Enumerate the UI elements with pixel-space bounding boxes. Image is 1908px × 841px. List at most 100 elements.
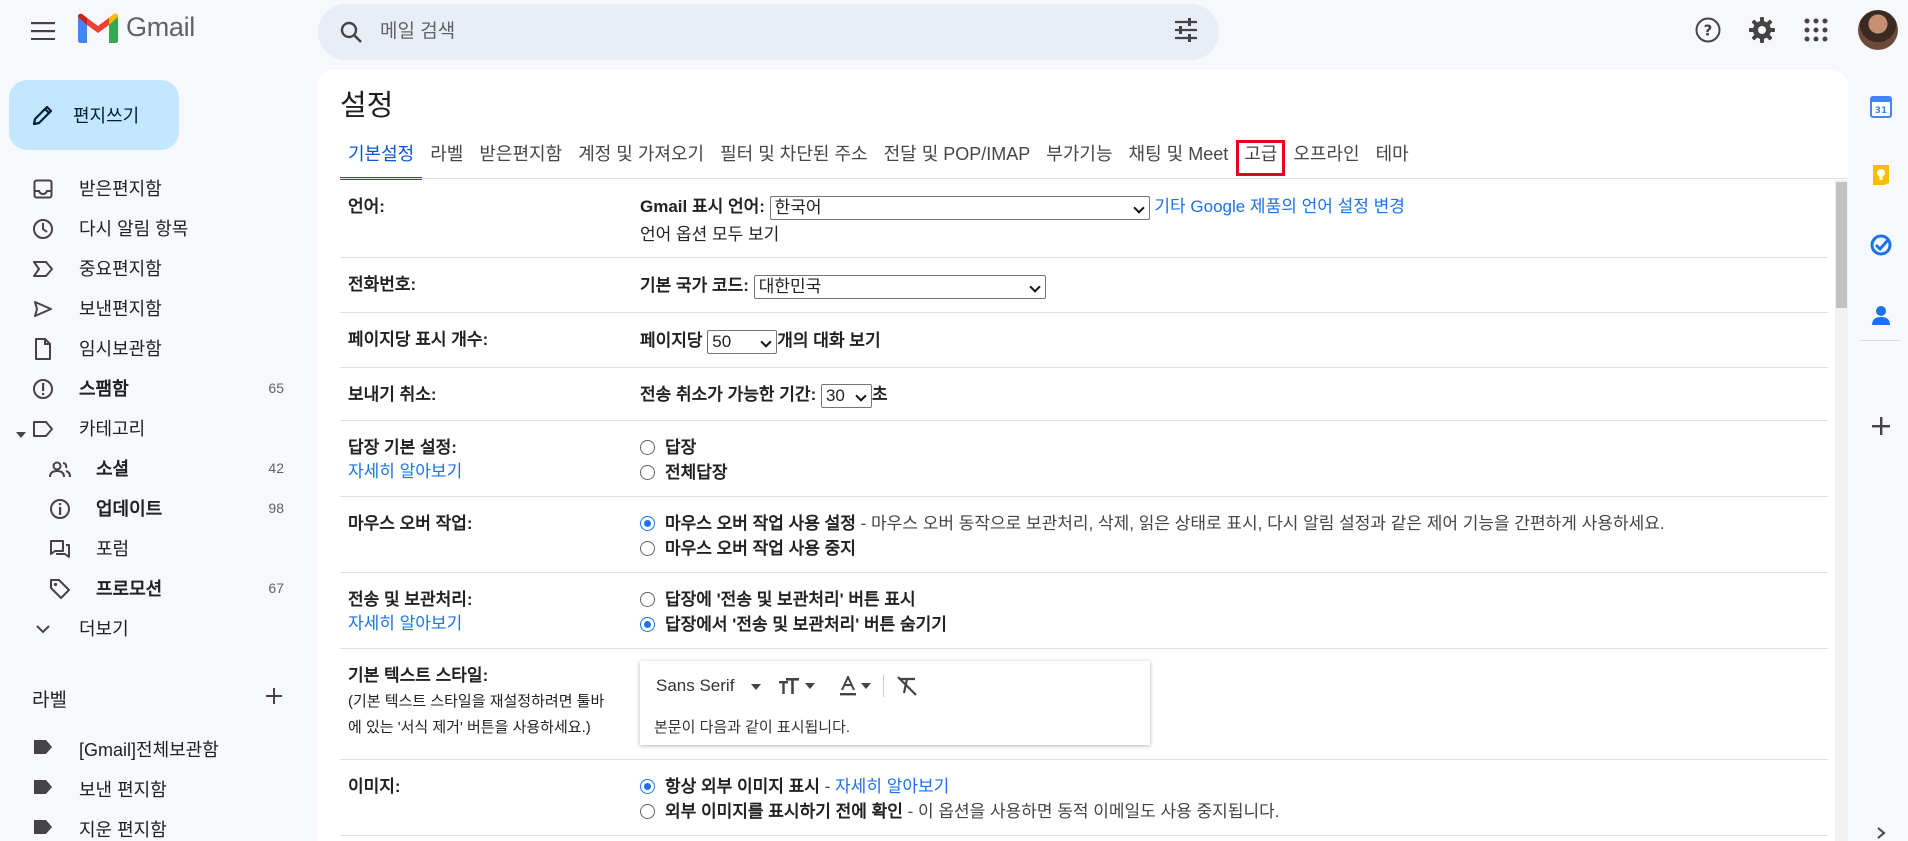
tab-accounts-import[interactable]: 계정 및 가져오기: [570, 140, 712, 180]
page-title: 설정: [340, 90, 394, 122]
reply-option-reply-all[interactable]: 전체답장: [640, 458, 728, 483]
undo-send-prefix: 전송 취소가 가능한 기간:: [640, 385, 817, 404]
reply-learn-more-link[interactable]: 자세히 알아보기: [348, 457, 462, 482]
nav-item-snoozed[interactable]: 다시 알림 항목: [0, 208, 300, 248]
radio-button[interactable]: [640, 541, 655, 557]
search-icon[interactable]: [336, 17, 366, 47]
top-bar: Gmail ?: [0, 0, 1908, 60]
reply-label: 답장 기본 설정:: [348, 438, 457, 457]
tab-labels[interactable]: 라벨: [422, 140, 471, 180]
caret-down-icon[interactable]: [16, 424, 26, 445]
tab-advanced[interactable]: 고급: [1236, 140, 1286, 176]
tab-forwarding-pop-imap[interactable]: 전달 및 POP/IMAP: [876, 140, 1039, 180]
radio-button-selected[interactable]: [640, 617, 655, 633]
tab-offline[interactable]: 오프라인: [1285, 140, 1367, 180]
nav-item-sent[interactable]: 보낸편지함: [0, 288, 300, 328]
nav-item-more[interactable]: 더보기: [0, 608, 300, 648]
nav-item-updates[interactable]: 업데이트 98: [0, 488, 300, 528]
tab-divider: [340, 178, 1848, 179]
all-language-options-link[interactable]: 언어 옵션 모두 보기: [640, 220, 779, 245]
add-app-icon[interactable]: [1866, 411, 1896, 441]
nav-item-social[interactable]: 소셜 42: [0, 448, 300, 488]
radio-button-selected[interactable]: [640, 516, 655, 532]
page-size-label: 페이지당 표시 개수:: [348, 330, 489, 349]
other-language-link[interactable]: 기타 Google 제품의 언어 설정 변경: [1154, 197, 1404, 216]
scrollbar-thumb[interactable]: [1836, 182, 1847, 308]
tab-add-ons[interactable]: 부가기능: [1038, 140, 1120, 180]
help-icon[interactable]: ?: [1690, 12, 1726, 48]
label-name: [Gmail]전체보관함: [79, 740, 219, 760]
hover-option-off[interactable]: 마우스 오버 작업 사용 중지: [640, 534, 856, 559]
tab-inbox[interactable]: 받은편지함: [471, 140, 570, 180]
radio-button[interactable]: [640, 592, 655, 608]
tab-themes[interactable]: 테마: [1368, 140, 1417, 180]
send-archive-option-show[interactable]: 답장에 '전송 및 보관처리' 버튼 표시: [640, 585, 916, 610]
nav-item-important[interactable]: 중요편지함: [0, 248, 300, 288]
settings-gear-icon[interactable]: [1744, 12, 1780, 48]
page-size-suffix: 개의 대화 보기: [777, 331, 881, 350]
keep-icon[interactable]: [1866, 160, 1896, 190]
tab-filters-blocked[interactable]: 필터 및 차단된 주소: [712, 140, 875, 180]
hover-on-description: - 마우스 오버 동작으로 보관처리, 삭제, 읽은 상태로 표시, 다시 알림…: [855, 514, 1665, 533]
radio-button[interactable]: [640, 465, 655, 481]
updates-count: 98: [268, 500, 284, 516]
label-item-sent-mail[interactable]: 보낸 편지함: [0, 767, 300, 807]
send-archive-label: 전송 및 보관처리:: [348, 590, 473, 609]
main-menu-icon[interactable]: [26, 14, 60, 48]
tasks-icon[interactable]: [1866, 230, 1896, 260]
settings-scrollbar[interactable]: [1835, 180, 1848, 841]
nav-item-spam[interactable]: 스팸함 65: [0, 368, 300, 408]
add-label-icon[interactable]: [265, 687, 283, 710]
images-option-ask[interactable]: 외부 이미지를 표시하기 전에 확인 - 이 옵션을 사용하면 동적 이메일도 …: [640, 797, 1279, 822]
gmail-logo[interactable]: Gmail: [78, 12, 195, 43]
radio-button-selected[interactable]: [640, 779, 655, 795]
pencil-icon: [32, 105, 53, 126]
label-filled-icon: [32, 779, 54, 800]
text-style-editor: Sans Serif 본문이 다음과 같이 표시됩니다.: [640, 661, 1150, 745]
settings-tabs: 기본설정 라벨 받은편지함 계정 및 가져오기 필터 및 차단된 주소 전달 및…: [340, 140, 1417, 180]
nav-item-drafts[interactable]: 임시보관함: [0, 328, 300, 368]
undo-send-select[interactable]: 30: [820, 383, 872, 408]
nav-item-inbox-row[interactable]: 받은편지함: [0, 168, 300, 208]
send-icon: [32, 298, 54, 320]
info-icon: [49, 498, 71, 520]
language-select[interactable]: 한국어: [769, 195, 1150, 220]
nav-item-forums[interactable]: 포럼: [0, 528, 300, 568]
reply-option-reply[interactable]: 답장: [640, 433, 696, 458]
font-size-icon[interactable]: [779, 677, 816, 695]
label-item-trash[interactable]: 지운 편지함: [0, 807, 300, 841]
country-code-select[interactable]: 대한민국: [753, 274, 1046, 299]
calendar-icon[interactable]: 31: [1866, 92, 1896, 122]
font-family-select[interactable]: Sans Serif: [656, 676, 762, 696]
nav-label-snoozed: 다시 알림 항목: [79, 219, 189, 239]
spam-count: 65: [268, 380, 284, 396]
side-panel-divider: [1860, 340, 1900, 341]
country-value: 대한민국: [758, 276, 822, 296]
nav-item-categories[interactable]: 카테고리: [0, 408, 300, 448]
radio-button[interactable]: [640, 440, 655, 456]
account-avatar[interactable]: [1858, 10, 1898, 50]
search-input[interactable]: [380, 21, 1140, 43]
images-learn-more-link[interactable]: 자세히 알아보기: [835, 777, 949, 796]
radio-button[interactable]: [640, 804, 655, 820]
nav-item-promotions[interactable]: 프로모션 67: [0, 568, 300, 608]
images-option-always[interactable]: 항상 외부 이미지 표시 - 자세히 알아보기: [640, 772, 949, 797]
expand-panel-icon[interactable]: [1866, 825, 1896, 841]
contacts-icon[interactable]: [1866, 300, 1896, 330]
hover-option-on[interactable]: 마우스 오버 작업 사용 설정 - 마우스 오버 동작으로 보관처리, 삭제, …: [640, 509, 1665, 534]
tab-chat-meet[interactable]: 채팅 및 Meet: [1121, 140, 1237, 180]
google-apps-icon[interactable]: [1798, 12, 1834, 48]
tab-general[interactable]: 기본설정: [340, 140, 423, 180]
text-color-icon[interactable]: [839, 676, 872, 696]
search-options-icon[interactable]: [1173, 17, 1199, 48]
compose-button[interactable]: 편지쓰기: [9, 80, 179, 150]
country-code-label: 기본 국가 코드:: [640, 276, 749, 295]
label-item-all-mail[interactable]: [Gmail]전체보관함: [0, 727, 300, 767]
page-size-select[interactable]: 50: [707, 329, 778, 354]
send-archive-learn-more-link[interactable]: 자세히 알아보기: [348, 609, 462, 634]
send-archive-option-hide[interactable]: 답장에서 '전송 및 보관처리' 버튼 숨기기: [640, 610, 947, 635]
text-style-note: (기본 텍스트 스타일을 재설정하려면 툴바 에 있는 '서식 제거' 버튼을 …: [348, 693, 605, 736]
setting-send-archive: 전송 및 보관처리: 자세히 알아보기 답장에 '전송 및 보관처리' 버튼 표…: [340, 573, 1828, 649]
remove-formatting-icon[interactable]: [896, 676, 918, 696]
forum-icon: [49, 538, 71, 560]
